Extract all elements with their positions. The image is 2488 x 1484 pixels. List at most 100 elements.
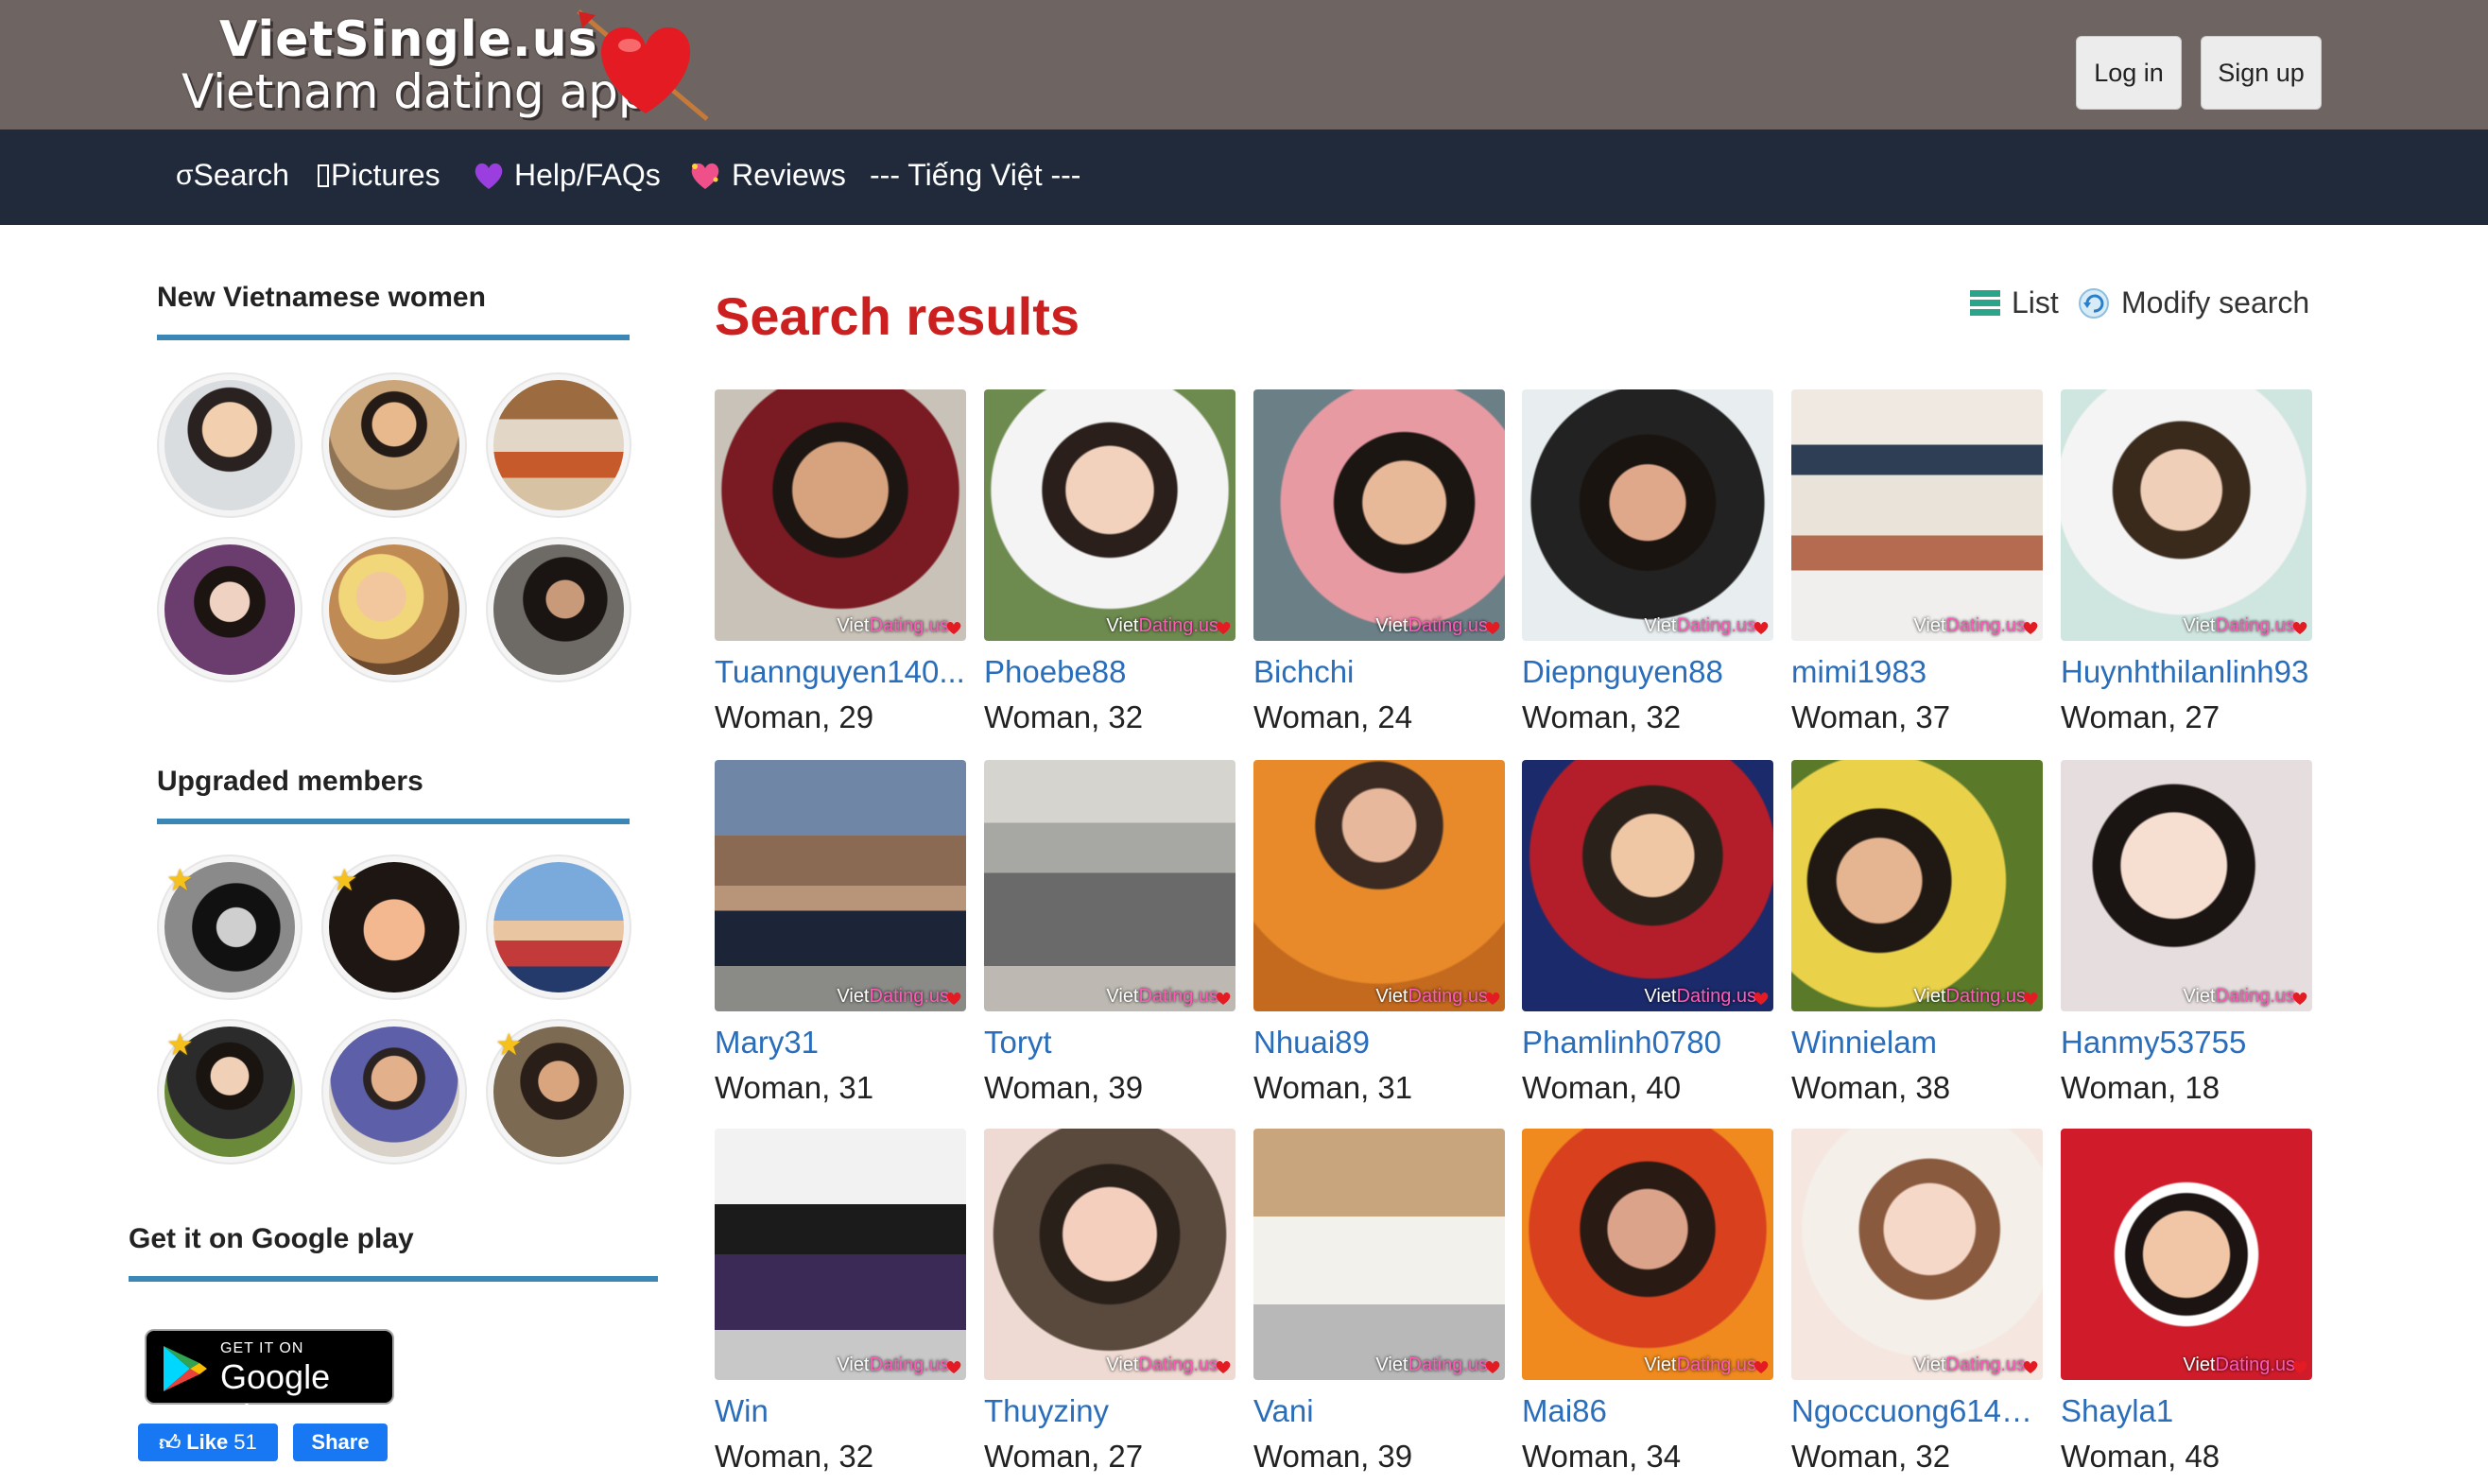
profile-gender-age: Woman, 39	[1253, 1439, 1413, 1474]
profile-name-link[interactable]: Vani	[1253, 1393, 1505, 1429]
profile-photo[interactable]: VietDating.us	[984, 389, 1235, 641]
profile-name-link[interactable]: Toryt	[984, 1025, 1235, 1061]
watermark: VietDating.us	[1106, 1355, 1218, 1376]
watermark-viet: Viet	[1644, 986, 1677, 1007]
new-member-avatar[interactable]	[323, 539, 465, 681]
profile-name-link[interactable]: Shayla1	[2061, 1393, 2312, 1429]
new-member-avatar[interactable]	[159, 374, 301, 516]
upgraded-member-avatar[interactable]: ★	[488, 1021, 630, 1163]
new-women-title: New Vietnamese women	[157, 282, 486, 313]
star-icon: ★	[166, 863, 194, 897]
profile-card[interactable]: VietDating.us Tuannguyen140... Woman, 29	[715, 389, 966, 734]
nav-search[interactable]: σ Search	[176, 158, 289, 193]
profile-gender-age: Woman, 32	[984, 699, 1144, 734]
profile-photo[interactable]: VietDating.us	[715, 389, 966, 641]
profile-card[interactable]: VietDating.us Phoebe88 Woman, 32	[984, 389, 1235, 734]
nav-help-label: Help/FAQs	[514, 158, 661, 192]
profile-gender-age: Woman, 39	[984, 1070, 1144, 1105]
new-member-avatar[interactable]	[323, 374, 465, 516]
nav-pictures[interactable]: Pictures	[318, 158, 441, 193]
profile-photo[interactable]: VietDating.us	[984, 760, 1235, 1011]
facebook-share-button[interactable]: Share	[293, 1424, 388, 1461]
nav-pictures-label: Pictures	[331, 158, 441, 192]
nav-reviews[interactable]: Reviews	[688, 158, 846, 193]
profile-name-link[interactable]: Hanmy53755	[2061, 1025, 2312, 1061]
facebook-like-button[interactable]: 👍︎ Like 51	[138, 1424, 278, 1461]
profile-photo[interactable]: VietDating.us	[1522, 1129, 1773, 1380]
profile-photo[interactable]: VietDating.us	[1522, 389, 1773, 641]
upgraded-member-avatar[interactable]: ★	[159, 856, 301, 998]
refresh-icon	[2079, 287, 2109, 319]
profile-name-link[interactable]: Nhuai89	[1253, 1025, 1505, 1061]
profile-name-link[interactable]: Mary31	[715, 1025, 966, 1061]
watermark-dating: Dating.us	[869, 615, 950, 636]
profile-name-link[interactable]: Huynhthilanlinh93	[2061, 654, 2312, 690]
profile-name-link[interactable]: Bichchi	[1253, 654, 1505, 690]
profile-photo[interactable]: VietDating.us	[1253, 1129, 1505, 1380]
google-play-icon	[164, 1346, 207, 1391]
profile-card[interactable]: VietDating.us Thuyziny Woman, 27	[984, 1129, 1235, 1474]
profile-card[interactable]: VietDating.us Mai86 Woman, 34	[1522, 1129, 1773, 1474]
new-member-avatar[interactable]	[488, 374, 630, 516]
watermark-dating: Dating.us	[1408, 986, 1489, 1007]
profile-photo[interactable]: VietDating.us	[984, 1129, 1235, 1380]
profile-card[interactable]: VietDating.us Vani Woman, 39	[1253, 1129, 1505, 1474]
watermark-viet: Viet	[837, 986, 870, 1007]
upgraded-member-avatar[interactable]: ★	[323, 856, 465, 998]
profile-card[interactable]: VietDating.us Mary31 Woman, 31	[715, 760, 966, 1105]
profile-card[interactable]: VietDating.us Win Woman, 32	[715, 1129, 966, 1474]
profile-photo[interactable]: VietDating.us	[1522, 760, 1773, 1011]
profile-card[interactable]: VietDating.us Shayla1 Woman, 48	[2061, 1129, 2312, 1474]
profile-photo[interactable]: VietDating.us	[2061, 389, 2312, 641]
profile-photo[interactable]: VietDating.us	[715, 1129, 966, 1380]
watermark-dating: Dating.us	[2215, 986, 2296, 1007]
profile-photo[interactable]: VietDating.us	[1791, 760, 2043, 1011]
list-view-toggle[interactable]: List	[1970, 285, 2059, 320]
profile-card[interactable]: VietDating.us Phamlinh0780 Woman, 40	[1522, 760, 1773, 1105]
profile-name-link[interactable]: Phamlinh0780	[1522, 1025, 1773, 1061]
profile-card[interactable]: VietDating.us mimi1983 Woman, 37	[1791, 389, 2043, 734]
profile-gender-age: Woman, 37	[1791, 699, 1951, 734]
profile-card[interactable]: VietDating.us Nhuai89 Woman, 31	[1253, 760, 1505, 1105]
profile-name-link[interactable]: Ngoccuong6148...	[1791, 1393, 2043, 1429]
profile-name-link[interactable]: Mai86	[1522, 1393, 1773, 1429]
profile-name-link[interactable]: Phoebe88	[984, 654, 1235, 690]
watermark: VietDating.us	[837, 1355, 949, 1376]
profile-photo[interactable]: VietDating.us	[1253, 760, 1505, 1011]
profile-name-link[interactable]: Tuannguyen140...	[715, 654, 966, 690]
watermark-dating: Dating.us	[869, 986, 950, 1007]
upgraded-member-avatar[interactable]	[323, 1021, 465, 1163]
profile-card[interactable]: VietDating.us Toryt Woman, 39	[984, 760, 1235, 1105]
profile-card[interactable]: VietDating.us Huynhthilanlinh93 Woman, 27	[2061, 389, 2312, 734]
nav-help[interactable]: Help/FAQs	[473, 158, 661, 193]
google-play-badge[interactable]: GET IT ON Google Play	[145, 1329, 394, 1436]
thumbs-up-icon: 👍︎	[159, 1430, 181, 1455]
section-divider	[157, 819, 630, 824]
profile-card[interactable]: VietDating.us Winnielam Woman, 38	[1791, 760, 2043, 1105]
profile-photo[interactable]: VietDating.us	[1253, 389, 1505, 641]
nav-language[interactable]: --- Tiếng Việt ---	[870, 158, 1080, 193]
upgraded-member-avatar[interactable]: ★	[159, 1021, 301, 1163]
modify-search-button[interactable]: Modify search	[2078, 285, 2309, 320]
profile-photo[interactable]: VietDating.us	[715, 760, 966, 1011]
profile-name-link[interactable]: Diepnguyen88	[1522, 654, 1773, 690]
login-button[interactable]: Log in	[2076, 36, 2182, 110]
profile-name-link[interactable]: Thuyziny	[984, 1393, 1235, 1429]
profile-card[interactable]: VietDating.us Diepnguyen88 Woman, 32	[1522, 389, 1773, 734]
profile-photo[interactable]: VietDating.us	[1791, 389, 2043, 641]
upgraded-member-avatar[interactable]	[488, 856, 630, 998]
new-member-avatar[interactable]	[488, 539, 630, 681]
profile-card[interactable]: VietDating.us Ngoccuong6148... Woman, 32	[1791, 1129, 2043, 1474]
profile-name-link[interactable]: Win	[715, 1393, 966, 1429]
profile-name-link[interactable]: Winnielam	[1791, 1025, 2043, 1061]
new-member-avatar[interactable]	[159, 539, 301, 681]
profile-card[interactable]: VietDating.us Hanmy53755 Woman, 18	[2061, 760, 2312, 1105]
profile-photo[interactable]: VietDating.us	[1791, 1129, 2043, 1380]
profile-photo[interactable]: VietDating.us	[2061, 1129, 2312, 1380]
signup-button[interactable]: Sign up	[2201, 36, 2322, 110]
profile-card[interactable]: VietDating.us Bichchi Woman, 24	[1253, 389, 1505, 734]
site-logo[interactable]: VietSingle.us Vietnam dating app	[178, 8, 726, 126]
profile-photo[interactable]: VietDating.us	[2061, 760, 2312, 1011]
watermark-viet: Viet	[837, 615, 870, 636]
profile-name-link[interactable]: mimi1983	[1791, 654, 2043, 690]
